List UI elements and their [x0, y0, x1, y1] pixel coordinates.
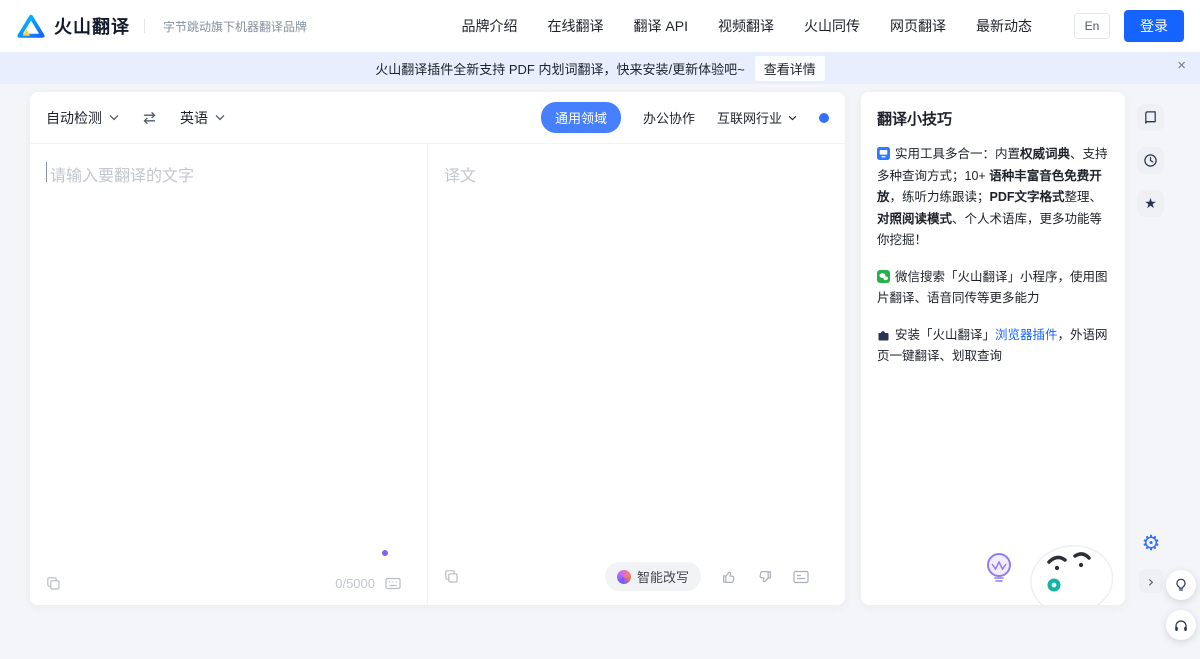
support-headset-icon[interactable]: [1166, 610, 1196, 640]
settings-gear-icon[interactable]: ⚙: [1139, 531, 1163, 555]
tip-item-tools: 实用工具多合一：内置权威词典、支持多种查询方式；10+ 语种丰富音色免费开放，练…: [877, 144, 1109, 252]
source-pane: 请输入要翻译的文字 0/5000: [30, 144, 428, 605]
chevron-down-icon: [109, 114, 119, 121]
tip-text-bold: 对照阅读模式: [877, 212, 952, 226]
nav-simultaneous[interactable]: 火山同传: [804, 16, 860, 36]
tip-text-bold: PDF文字格式: [990, 190, 1065, 204]
domain-internet-label: 互联网行业: [717, 108, 782, 127]
target-pane: 译文 智能改写: [428, 144, 845, 605]
translator-panes: 请输入要翻译的文字 0/5000: [30, 144, 845, 605]
nav-video-translate[interactable]: 视频翻译: [718, 16, 774, 36]
translator-card: 自动检测 英语 通用领域 办公协作 互联网行业: [30, 92, 845, 605]
target-language-select[interactable]: 英语: [180, 108, 225, 128]
view-details-button[interactable]: 查看详情: [755, 56, 825, 81]
brand-logo-icon: [16, 13, 46, 39]
history-clock-icon[interactable]: [1137, 147, 1164, 174]
thumbs-up-icon[interactable]: [721, 569, 737, 585]
nav-online-translate[interactable]: 在线翻译: [548, 16, 604, 36]
announcement-banner: 火山翻译插件全新支持 PDF 内划词翻译，快来安装/更新体验吧~ 查看详情 ×: [0, 52, 1200, 84]
target-placeholder: 译文: [444, 162, 476, 186]
chevron-down-icon: [788, 115, 797, 121]
brand: 火山翻译 字节跳动旗下机器翻译品牌: [16, 13, 307, 39]
language-toggle-button[interactable]: En: [1074, 13, 1110, 39]
target-text-output: 译文: [428, 144, 845, 204]
domain-more-dot[interactable]: [819, 113, 829, 123]
status-dot: [382, 550, 388, 556]
source-language-label: 自动检测: [46, 108, 102, 128]
translator-toolbar: 自动检测 英语 通用领域 办公协作 互联网行业: [30, 92, 845, 144]
nav-translate-api[interactable]: 翻译 API: [634, 16, 688, 36]
close-icon[interactable]: ×: [1177, 58, 1186, 73]
collapse-chevron-icon[interactable]: ›: [1139, 569, 1163, 593]
favorites-star-icon[interactable]: ★: [1137, 190, 1164, 217]
tip-text: 微信搜索「火山翻译」小程序，使用图片翻译、语音同传等更多能力: [877, 270, 1108, 306]
chevron-glyph: ›: [1148, 572, 1154, 591]
nav-latest-news[interactable]: 最新动态: [976, 16, 1032, 36]
tips-lightbulb-icon[interactable]: [1166, 570, 1196, 600]
gear-glyph: ⚙: [1142, 533, 1161, 554]
tip-item-wechat: 微信搜索「火山翻译」小程序，使用图片翻译、语音同传等更多能力: [877, 267, 1109, 310]
brand-name: 火山翻译: [54, 13, 130, 39]
source-footer: 0/5000: [46, 576, 401, 591]
domain-internet-tab[interactable]: 互联网行业: [717, 108, 797, 127]
chevron-down-icon: [215, 114, 225, 121]
target-language-label: 英语: [180, 108, 208, 128]
char-counter: 0/5000: [335, 576, 375, 591]
keyboard-icon[interactable]: [385, 577, 401, 590]
rewrite-magic-icon: [617, 570, 631, 584]
domain-general-pill[interactable]: 通用领域: [541, 102, 621, 133]
copy-icon[interactable]: [444, 569, 459, 584]
announcement-text: 火山翻译插件全新支持 PDF 内划词翻译，快来安装/更新体验吧~: [375, 59, 744, 78]
browser-extension-link[interactable]: 浏览器插件: [995, 328, 1058, 342]
tip-text: 实用工具多合一：内置: [895, 147, 1020, 161]
source-placeholder: 请输入要翻译的文字: [50, 162, 194, 186]
mascot-illustration: [971, 510, 1121, 605]
copy-icon[interactable]: [46, 576, 61, 591]
tip-text: 整理、: [1065, 190, 1103, 204]
swap-languages-icon[interactable]: [141, 110, 158, 126]
main-nav: 品牌介绍 在线翻译 翻译 API 视频翻译 火山同传 网页翻译 最新动态: [462, 16, 1032, 36]
feedback-card-icon[interactable]: [793, 570, 809, 584]
nav-webpage-translate[interactable]: 网页翻译: [890, 16, 946, 36]
thumbs-down-icon[interactable]: [757, 569, 773, 585]
tips-title: 翻译小技巧: [877, 108, 1109, 129]
tip-text-bold: 权威词典: [1020, 147, 1070, 161]
star-glyph: ★: [1144, 196, 1157, 212]
brand-tagline: 字节跳动旗下机器翻译品牌: [163, 18, 307, 35]
wechat-icon: [877, 270, 890, 283]
login-button[interactable]: 登录: [1124, 10, 1184, 42]
tip-text: ，练听力练跟读；: [890, 190, 990, 204]
text-cursor: [46, 162, 47, 182]
plugin-icon: [877, 328, 890, 341]
smart-rewrite-button[interactable]: 智能改写: [605, 562, 701, 591]
source-text-input[interactable]: 请输入要翻译的文字: [30, 144, 427, 204]
tip-text: 安装「火山翻译」: [895, 328, 995, 342]
domain-office-tab[interactable]: 办公协作: [643, 108, 695, 127]
tip-item-plugin: 安装「火山翻译」浏览器插件，外语网页一键翻译、划取查询: [877, 325, 1109, 368]
rewrite-label: 智能改写: [637, 567, 689, 586]
brand-divider: [144, 19, 145, 33]
nav-brand-intro[interactable]: 品牌介绍: [462, 16, 518, 36]
top-header: 火山翻译 字节跳动旗下机器翻译品牌 品牌介绍 在线翻译 翻译 API 视频翻译 …: [0, 0, 1200, 52]
dictionary-icon[interactable]: [1137, 104, 1164, 131]
domain-tabs: 通用领域 办公协作 互联网行业: [541, 102, 829, 133]
target-footer: 智能改写: [444, 562, 809, 591]
computer-icon: [877, 147, 890, 160]
source-language-select[interactable]: 自动检测: [46, 108, 119, 128]
tips-panel: 翻译小技巧 实用工具多合一：内置权威词典、支持多种查询方式；10+ 语种丰富音色…: [861, 92, 1125, 605]
